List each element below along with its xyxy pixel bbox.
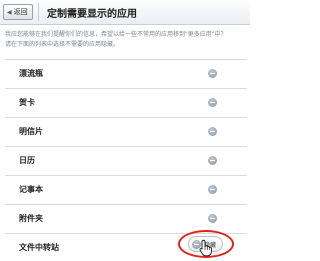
minus-circle-icon[interactable]	[208, 156, 217, 165]
app-row-drift-bottle[interactable]: 漂流瓶	[5, 60, 247, 89]
chevron-left-icon: ◀	[7, 8, 12, 16]
app-settings-page: ◀ 返回 定制需要显示的应用 我应您能够在我们提醒你们的信息，希望以给一些不常用…	[0, 0, 250, 261]
app-label: 记事本	[19, 185, 43, 194]
app-row-postcard[interactable]: 明信片	[5, 118, 247, 147]
app-label: 附件夹	[19, 214, 43, 223]
instruction-text: 我应您能够在我们提醒你们的信息，希望以给一些不常用的应用移到"更多应用"中？ 请…	[5, 30, 250, 50]
page-title: 定制需要显示的应用	[47, 9, 137, 20]
app-label: 日历	[19, 156, 35, 165]
app-row-greeting-card[interactable]: 贺卡	[5, 89, 247, 118]
hand-cursor-icon	[199, 239, 212, 257]
app-label: 贺卡	[19, 98, 35, 107]
minus-circle-icon[interactable]	[208, 98, 217, 107]
instruction-line-1: 我应您能够在我们提醒你们的信息，希望以给一些不常用的应用移到"更多应用"中？	[5, 31, 227, 38]
minus-circle-icon[interactable]	[208, 185, 217, 194]
minus-circle-icon[interactable]	[208, 69, 217, 78]
app-row-notepad[interactable]: 记事本	[5, 176, 247, 205]
instruction-line-2: 请在下面的列表中选择不需要的应用隐藏。	[5, 41, 120, 48]
app-label: 漂流瓶	[19, 69, 43, 78]
top-toolbar: ◀ 返回 定制需要显示的应用	[0, 0, 250, 25]
app-label: 明信片	[19, 127, 43, 136]
back-button[interactable]: ◀ 返回	[3, 4, 33, 20]
app-label: 文件中转站	[19, 243, 59, 252]
back-button-label: 返回	[13, 8, 28, 16]
app-row-calendar[interactable]: 日历	[5, 147, 247, 176]
minus-circle-icon[interactable]	[208, 214, 217, 223]
toolbar-divider	[38, 3, 39, 21]
minus-circle-icon[interactable]	[208, 127, 217, 136]
